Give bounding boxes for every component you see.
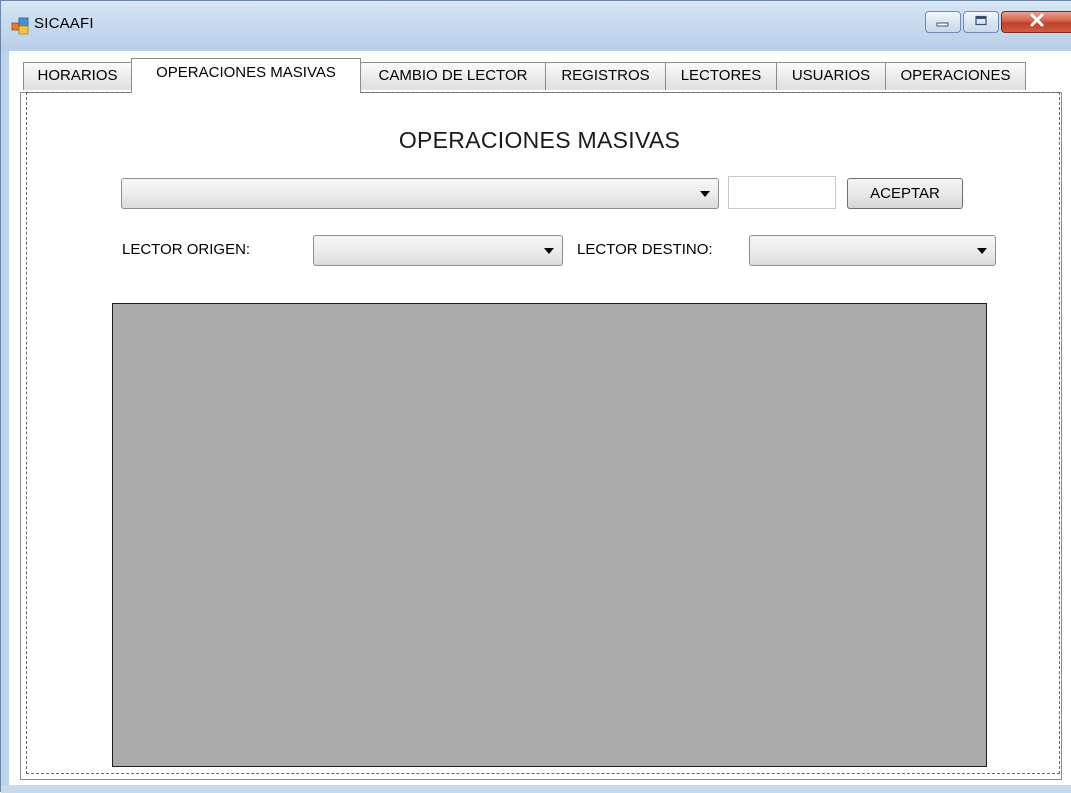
chevron-down-icon	[544, 248, 554, 254]
lector-destino-select[interactable]	[749, 235, 996, 266]
quantity-input[interactable]	[728, 176, 836, 209]
maximize-icon	[974, 14, 988, 31]
minimize-button[interactable]	[925, 11, 961, 33]
minimize-icon	[936, 14, 950, 31]
close-button[interactable]	[1001, 11, 1071, 33]
operation-select[interactable]	[121, 178, 719, 209]
accept-button[interactable]: ACEPTAR	[847, 178, 963, 209]
tab-horarios[interactable]: HORARIOS	[23, 62, 132, 90]
page-title-text: OPERACIONES MASIVAS	[398, 127, 681, 153]
tab-usuarios[interactable]: USUARIOS	[776, 62, 886, 90]
chevron-down-icon	[977, 248, 987, 254]
lector-origen-label: LECTOR ORIGEN:	[122, 241, 251, 258]
title-bar[interactable]: SICAAFI	[1, 1, 1071, 51]
tab-cambio-de-lector[interactable]: CAMBIO DE LECTOR	[360, 62, 546, 90]
chevron-down-icon	[700, 191, 710, 197]
tab-operaciones[interactable]: OPERACIONES	[885, 62, 1026, 90]
maximize-button[interactable]	[963, 11, 999, 33]
page-title: OPERACIONES MASIVAS	[0, 127, 1071, 154]
tab-operaciones-masivas[interactable]: OPERACIONES MASIVAS	[131, 58, 361, 93]
app-window-icon	[11, 17, 29, 35]
tab-registros[interactable]: REGISTROS	[545, 62, 666, 90]
close-icon	[1029, 13, 1045, 31]
lector-destino-label: LECTOR DESTINO:	[577, 241, 713, 258]
window-title: SICAAFI	[34, 15, 94, 32]
data-grid[interactable]	[112, 303, 987, 767]
lector-origen-select[interactable]	[313, 235, 563, 266]
tab-lectores[interactable]: LECTORES	[665, 62, 777, 90]
